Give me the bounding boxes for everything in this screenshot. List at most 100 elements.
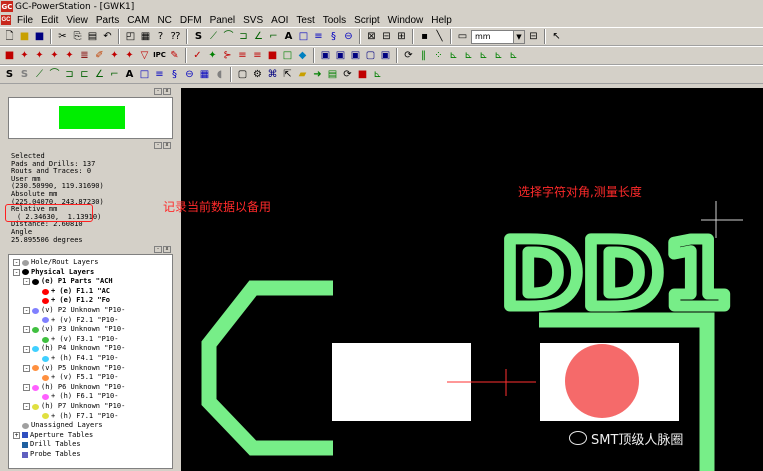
rotate-icon[interactable]: ⟳ — [402, 49, 415, 62]
print-preview-icon[interactable]: ◰ — [124, 30, 137, 43]
hatch-icon[interactable]: ≡ — [153, 68, 166, 81]
text-icon[interactable]: A — [282, 30, 295, 43]
ortho-icon[interactable]: ╲ — [433, 30, 446, 43]
collapse-icon[interactable]: - — [13, 268, 20, 276]
layer-split3-icon[interactable]: ✦ — [48, 49, 61, 62]
refresh-icon[interactable]: ⟳ — [341, 68, 354, 81]
tree-item[interactable]: - (e) P1 Parts "ACH — [13, 277, 172, 287]
flash-icon[interactable]: ◖ — [213, 68, 226, 81]
layer-split2-icon[interactable]: ✦ — [33, 49, 46, 62]
pane-minimize-icon[interactable]: - — [154, 142, 162, 149]
folder-icon[interactable]: ▰ — [296, 68, 309, 81]
print-icon[interactable]: ▦ — [139, 30, 152, 43]
pattern-icon[interactable]: ▦ — [198, 68, 211, 81]
menu-parts[interactable]: Parts — [92, 15, 123, 26]
draw-polyline-icon[interactable]: ⊐ — [237, 30, 250, 43]
gear-icon[interactable]: ⚙ — [251, 68, 264, 81]
tree-item[interactable]: Unassigned Layers — [13, 421, 172, 431]
collapse-icon[interactable]: - — [23, 384, 30, 392]
tree-item[interactable]: - (h) P6 Unknown "P10- — [13, 383, 172, 393]
filter-icon[interactable]: ▽ — [138, 49, 151, 62]
view-icon5[interactable]: ▣ — [379, 49, 392, 62]
hatch-icon[interactable]: ≡ — [312, 30, 325, 43]
menu-file[interactable]: File — [13, 15, 37, 26]
pad-drill-circle[interactable] — [565, 344, 639, 418]
layer-brush-icon[interactable]: ✐ — [93, 49, 106, 62]
select-icon[interactable]: S — [192, 30, 205, 43]
rectangle-icon[interactable]: □ — [297, 30, 310, 43]
graph2-icon[interactable]: ⊾ — [462, 49, 475, 62]
document-icon[interactable]: GC — [1, 15, 11, 25]
collapse-icon[interactable]: - — [23, 345, 30, 353]
collapse-icon[interactable]: - — [13, 259, 20, 267]
text-icon[interactable]: A — [123, 68, 136, 81]
view-icon2[interactable]: ▣ — [334, 49, 347, 62]
export-icon[interactable]: ➜ — [311, 68, 324, 81]
pen-icon[interactable]: ✎ — [168, 49, 181, 62]
menu-edit[interactable]: Edit — [37, 15, 62, 26]
collapse-icon[interactable]: - — [23, 307, 30, 315]
menu-help[interactable]: Help — [427, 15, 456, 26]
dfm-check-icon[interactable]: ✦ — [206, 49, 219, 62]
view-icon1[interactable]: ▣ — [319, 49, 332, 62]
pane-minimize-icon[interactable]: - — [154, 88, 162, 95]
menu-aoi[interactable]: AOI — [267, 15, 292, 26]
draw-line-icon[interactable]: ⟋ — [33, 68, 46, 81]
graph5-icon[interactable]: ⊾ — [507, 49, 520, 62]
snap-icon[interactable]: ▪ — [418, 30, 431, 43]
open-folder-icon[interactable]: ■ — [18, 30, 31, 43]
tree-item[interactable]: - Hole/Rout Layers — [13, 258, 172, 268]
layer-split6-icon[interactable]: ✦ — [123, 49, 136, 62]
pane-close-icon[interactable]: x — [163, 88, 171, 95]
save-icon[interactable]: ■ — [33, 30, 46, 43]
draw-angle-icon[interactable]: ∠ — [93, 68, 106, 81]
circle-icon[interactable]: ⊖ — [342, 30, 355, 43]
draw-polyline-icon[interactable]: ⊐ — [63, 68, 76, 81]
dfm-icon3[interactable]: ≡ — [236, 49, 249, 62]
layer-stack-icon[interactable]: ≣ — [78, 49, 91, 62]
draw-line-icon[interactable]: ⟋ — [207, 30, 220, 43]
draw-shape-icon[interactable]: ⊏ — [78, 68, 91, 81]
tree-item[interactable]: + (h) F4.1 "P10- — [13, 354, 172, 364]
graph-icon[interactable]: ⊾ — [447, 49, 460, 62]
tree-item[interactable]: + (e) F1.2 "Fo — [13, 296, 172, 306]
tree-item[interactable]: - (h) P4 Unknown "P10- — [13, 344, 172, 354]
page-icon[interactable]: ▢ — [236, 68, 249, 81]
dfm-icon2[interactable]: ⊱ — [221, 49, 234, 62]
dfm-icon5[interactable]: ■ — [266, 49, 279, 62]
tree-item[interactable]: - Physical Layers — [13, 268, 172, 278]
menu-tools[interactable]: Tools — [319, 15, 350, 26]
net-icon[interactable]: ⌘ — [266, 68, 279, 81]
expand-icon[interactable]: + — [13, 431, 20, 439]
help-icon[interactable]: ? — [154, 30, 167, 43]
draw-arc-icon[interactable]: ⌒ — [222, 30, 235, 43]
draw-arc-icon[interactable]: ⌒ — [48, 68, 61, 81]
menu-nc[interactable]: NC — [153, 15, 175, 26]
menu-script[interactable]: Script — [350, 15, 384, 26]
cursor-icon[interactable]: ⇱ — [281, 68, 294, 81]
pad-icon[interactable]: § — [168, 68, 181, 81]
refdes-silkscreen[interactable]: DD1 — [496, 216, 737, 334]
tree-item[interactable]: + (e) F1.1 "AC — [13, 287, 172, 297]
cut-icon[interactable]: ✂ — [56, 30, 69, 43]
rectangle-icon[interactable]: □ — [138, 68, 151, 81]
layer-split-icon[interactable]: ✦ — [18, 49, 31, 62]
draw-corner-icon[interactable]: ⌐ — [108, 68, 121, 81]
circle-icon[interactable]: ⊖ — [183, 68, 196, 81]
select-icon[interactable]: S — [3, 68, 16, 81]
layer-split4-icon[interactable]: ✦ — [63, 49, 76, 62]
tree-item[interactable]: + (v) F5.1 "P10- — [13, 373, 172, 383]
tree-item[interactable]: - (v) P5 Unknown "P10- — [13, 364, 172, 374]
draw-angle-icon[interactable]: ∠ — [252, 30, 265, 43]
menu-cam[interactable]: CAM — [123, 15, 153, 26]
dfm-icon7[interactable]: ◆ — [296, 49, 309, 62]
report-icon[interactable]: ▤ — [326, 68, 339, 81]
stop-icon[interactable]: ■ — [356, 68, 369, 81]
dfm-icon4[interactable]: ≡ — [251, 49, 264, 62]
menu-dfm[interactable]: DFM — [176, 15, 206, 26]
view-icon4[interactable]: ▢ — [364, 49, 377, 62]
menu-window[interactable]: Window — [384, 15, 428, 26]
tree-item[interactable]: + (v) F3.1 "P10- — [13, 335, 172, 345]
collapse-icon[interactable]: - — [23, 403, 30, 411]
tree-item[interactable]: + (h) F6.1 "P10- — [13, 392, 172, 402]
